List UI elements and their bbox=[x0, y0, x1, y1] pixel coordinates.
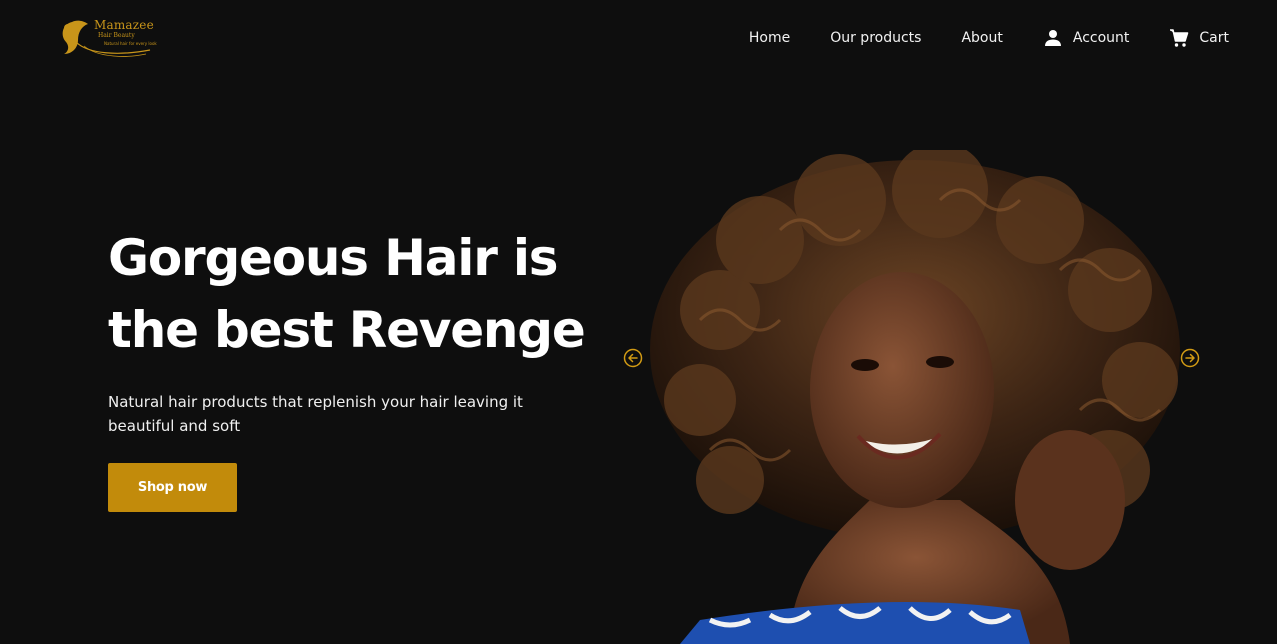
hero-title-line-2: the best Revenge bbox=[108, 301, 586, 359]
hero-subtitle: Natural hair products that replenish you… bbox=[108, 393, 523, 435]
nav-home-label: Home bbox=[748, 30, 791, 46]
logo-subtitle: Hair Beauty bbox=[98, 32, 135, 39]
nav-about[interactable]: About bbox=[961, 28, 1002, 48]
shop-now-button[interactable]: Shop now bbox=[108, 463, 237, 512]
nav-account[interactable]: Account bbox=[1043, 28, 1130, 48]
nav-home[interactable]: Home bbox=[749, 28, 790, 48]
main-nav: Home Our products About Account Cart bbox=[749, 28, 1229, 48]
user-icon bbox=[1043, 28, 1063, 48]
nav-about-label: About bbox=[961, 30, 1003, 46]
hero-title-line-1: Gorgeous Hair is bbox=[108, 229, 559, 287]
nav-cart-label: Cart bbox=[1199, 30, 1229, 46]
nav-our-products-label: Our products bbox=[830, 30, 922, 46]
brand-logo[interactable]: Mamazee Hair Beauty Natural hair for eve… bbox=[58, 14, 170, 60]
nav-cart[interactable]: Cart bbox=[1169, 28, 1229, 48]
hero-image bbox=[650, 150, 1180, 644]
hero-title: Gorgeous Hair is the best Revenge bbox=[108, 222, 586, 366]
cart-icon bbox=[1169, 28, 1189, 48]
landing-page: Mamazee Hair Beauty Natural hair for eve… bbox=[0, 0, 1277, 644]
arrow-left-circle-icon[interactable] bbox=[623, 348, 643, 368]
logo-tagline: Natural hair for every look bbox=[104, 41, 157, 46]
arrow-right-circle-icon[interactable] bbox=[1180, 348, 1200, 368]
nav-account-label: Account bbox=[1072, 30, 1130, 46]
logo-name: Mamazee bbox=[94, 18, 154, 32]
nav-our-products[interactable]: Our products bbox=[830, 28, 921, 48]
